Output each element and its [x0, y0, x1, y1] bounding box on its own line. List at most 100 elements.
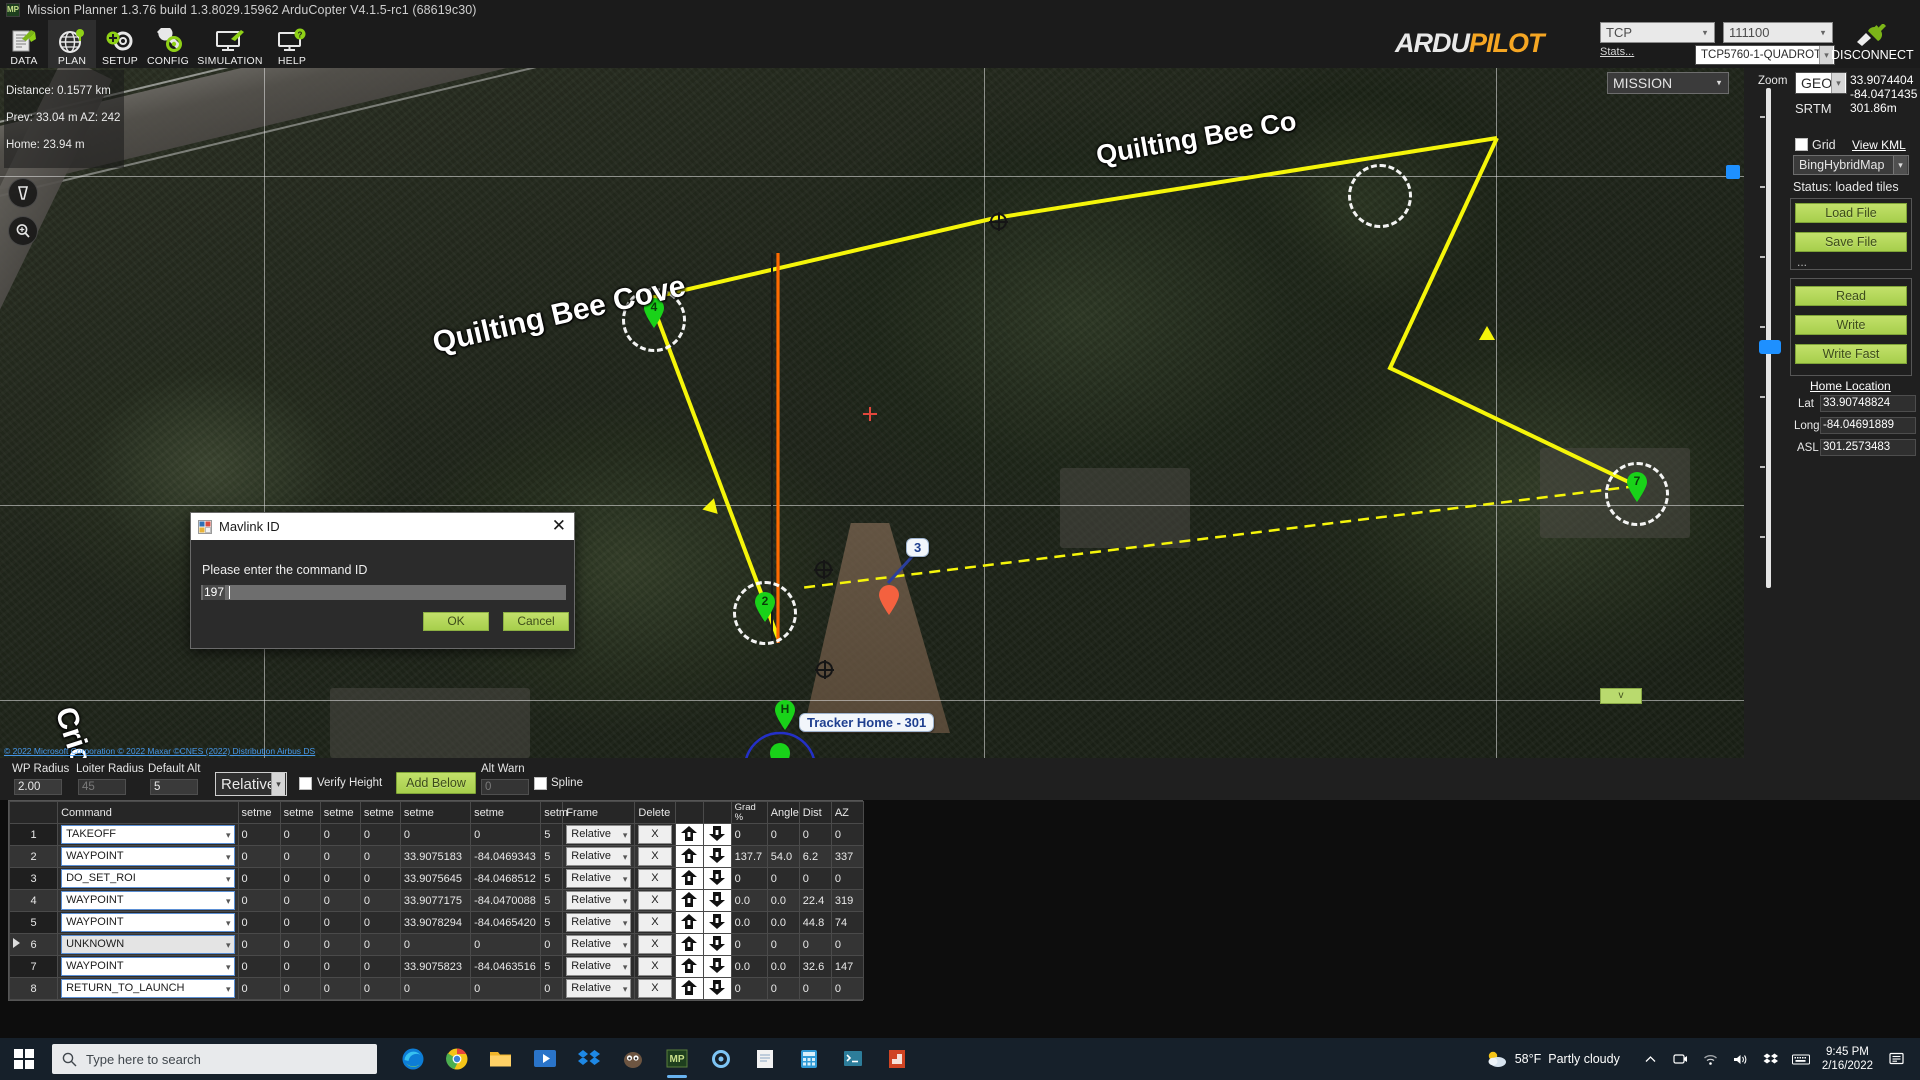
- file-explorer-icon[interactable]: [479, 1038, 523, 1080]
- move-down-button[interactable]: [702, 977, 732, 1000]
- collapse-panel-button[interactable]: v: [1600, 688, 1642, 704]
- edge-icon[interactable]: [391, 1038, 435, 1080]
- param2-cell[interactable]: 0: [279, 933, 321, 956]
- param4-cell[interactable]: 0: [359, 977, 401, 1000]
- row-number[interactable]: 8: [8, 977, 59, 1000]
- param2-cell[interactable]: 0: [279, 823, 321, 846]
- longitude-cell[interactable]: -84.0463516: [470, 955, 542, 978]
- move-up-button[interactable]: [674, 889, 704, 912]
- param2-cell[interactable]: 0: [279, 955, 321, 978]
- command-cell[interactable]: TAKEOFF ▾: [57, 823, 239, 846]
- command-cell[interactable]: WAYPOINT ▾: [57, 889, 239, 912]
- latitude-cell[interactable]: 33.9075183: [399, 845, 472, 868]
- waypoint-table[interactable]: Command setme setme setme setme setme se…: [8, 800, 865, 1001]
- delete-row-button[interactable]: X: [638, 979, 672, 998]
- move-up-button[interactable]: [674, 845, 704, 868]
- command-select[interactable]: RETURN_TO_LAUNCH ▾: [61, 979, 235, 998]
- longitude-cell[interactable]: 0: [470, 823, 542, 846]
- longitude-cell[interactable]: -84.0465420: [470, 911, 542, 934]
- col-delete[interactable]: Delete: [634, 801, 676, 824]
- command-cell[interactable]: WAYPOINT ▾: [57, 845, 239, 868]
- delete-cell[interactable]: X: [634, 977, 676, 1000]
- delete-row-button[interactable]: X: [638, 913, 672, 932]
- param3-cell[interactable]: 0: [319, 845, 361, 868]
- write-button[interactable]: Write: [1795, 315, 1907, 335]
- waypoint-marker-2[interactable]: 2: [754, 592, 776, 622]
- row-number[interactable]: 4: [8, 889, 59, 912]
- command-cell[interactable]: RETURN_TO_LAUNCH ▾: [57, 977, 239, 1000]
- weather-widget[interactable]: 58°F Partly cloudy: [1486, 1050, 1620, 1068]
- notification-icon[interactable]: [1882, 1052, 1912, 1067]
- move-up-button[interactable]: [674, 867, 704, 890]
- col-command[interactable]: Command: [57, 801, 239, 824]
- move-down-button[interactable]: [702, 845, 732, 868]
- altitude-cell[interactable]: 5: [540, 845, 564, 868]
- altitude-cell[interactable]: 5: [540, 823, 564, 846]
- table-row[interactable]: 7 WAYPOINT ▾ 0 0 0 0 33.9075823 -84.0463516 5 Rela…: [8, 955, 865, 978]
- col-p3[interactable]: setme: [319, 801, 361, 824]
- param4-cell[interactable]: 0: [359, 955, 401, 978]
- latitude-cell[interactable]: 33.9078294: [399, 911, 472, 934]
- map-provider-select[interactable]: BingHybridMap ▾: [1793, 155, 1909, 175]
- command-select[interactable]: UNKNOWN ▾: [61, 935, 235, 954]
- param3-cell[interactable]: 0: [319, 867, 361, 890]
- latitude-cell[interactable]: 0: [399, 823, 472, 846]
- frame-select[interactable]: Relative ▾: [566, 891, 632, 910]
- disconnect-button[interactable]: DISCONNECT: [1831, 48, 1914, 62]
- param4-cell[interactable]: 0: [359, 889, 401, 912]
- row-number[interactable]: 3: [8, 867, 59, 890]
- frame-select[interactable]: Relative ▾: [566, 847, 632, 866]
- param4-cell[interactable]: 0: [359, 867, 401, 890]
- col-lat[interactable]: setme: [399, 801, 472, 824]
- move-up-button[interactable]: [674, 977, 704, 1000]
- col-frame[interactable]: Frame: [562, 801, 636, 824]
- frame-select[interactable]: Relative ▾: [566, 825, 632, 844]
- col-p1[interactable]: setme: [237, 801, 281, 824]
- param1-cell[interactable]: 0: [237, 889, 281, 912]
- move-up-button[interactable]: [674, 955, 704, 978]
- calculator-icon[interactable]: [787, 1038, 831, 1080]
- frame-cell[interactable]: Relative ▾: [562, 867, 636, 890]
- table-row[interactable]: 3 DO_SET_ROI ▾ 0 0 0 0 33.9075645 -84.0468512 5 Re…: [8, 867, 865, 890]
- param1-cell[interactable]: 0: [237, 977, 281, 1000]
- delete-row-button[interactable]: X: [638, 825, 672, 844]
- col-rownum[interactable]: [8, 801, 59, 824]
- param2-cell[interactable]: 0: [279, 867, 321, 890]
- param1-cell[interactable]: 0: [237, 823, 281, 846]
- altitude-cell[interactable]: 5: [540, 889, 564, 912]
- vehicle-icon[interactable]: [743, 731, 817, 758]
- ok-button[interactable]: OK: [423, 612, 489, 631]
- delete-cell[interactable]: X: [634, 845, 676, 868]
- param2-cell[interactable]: 0: [279, 977, 321, 1000]
- latitude-cell[interactable]: 0: [399, 977, 472, 1000]
- longitude-cell[interactable]: -84.0470088: [470, 889, 542, 912]
- move-up-button[interactable]: [674, 933, 704, 956]
- row-number[interactable]: 6: [8, 933, 59, 956]
- add-below-button[interactable]: Add Below: [396, 772, 476, 794]
- menu-item-plan[interactable]: PLAN: [48, 20, 96, 68]
- frame-select[interactable]: Relative ▾: [566, 869, 632, 888]
- menu-item-config[interactable]: CONFIG: [144, 20, 192, 68]
- command-select[interactable]: WAYPOINT ▾: [61, 891, 235, 910]
- table-row[interactable]: 2 WAYPOINT ▾ 0 0 0 0 33.9075183 -84.0469343 5 Rela…: [8, 845, 865, 868]
- longitude-cell[interactable]: 0: [470, 977, 542, 1000]
- row-number[interactable]: 7: [8, 955, 59, 978]
- zoom-slider-thumb[interactable]: [1759, 340, 1781, 354]
- altitude-cell[interactable]: 5: [540, 955, 564, 978]
- frame-cell[interactable]: Relative ▾: [562, 911, 636, 934]
- param4-cell[interactable]: 0: [359, 845, 401, 868]
- delete-cell[interactable]: X: [634, 911, 676, 934]
- delete-cell[interactable]: X: [634, 889, 676, 912]
- map-canvas[interactable]: 4 7 2 3 H Tracker Home - 301 Quilting Be…: [0, 68, 1744, 758]
- param1-cell[interactable]: 0: [237, 933, 281, 956]
- frame-cell[interactable]: Relative ▾: [562, 977, 636, 1000]
- delete-cell[interactable]: X: [634, 867, 676, 890]
- col-angle[interactable]: Angle: [766, 801, 800, 824]
- wifi-icon[interactable]: [1696, 1053, 1726, 1066]
- col-alt[interactable]: setm: [540, 801, 568, 824]
- search-input[interactable]: Type here to search: [52, 1044, 377, 1074]
- mission-mode-select[interactable]: MISSION ▾: [1607, 72, 1729, 94]
- move-up-button[interactable]: [674, 911, 704, 934]
- longitude-cell[interactable]: -84.0469343: [470, 845, 542, 868]
- param4-cell[interactable]: 0: [359, 823, 401, 846]
